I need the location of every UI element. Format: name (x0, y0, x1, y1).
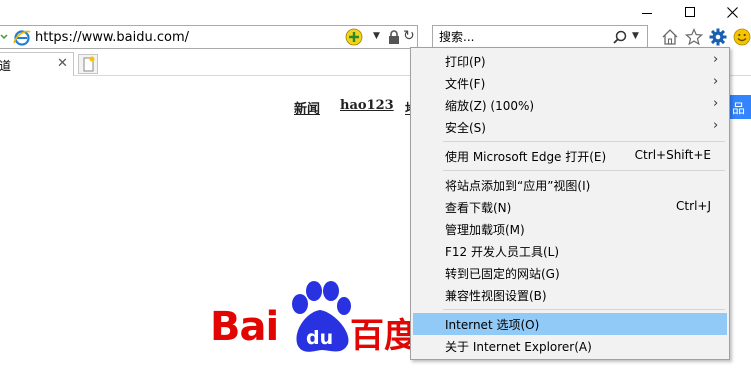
logo-text-latin: Bai (210, 304, 279, 350)
menu-item-shortcut: Ctrl+Shift+E (634, 148, 711, 162)
search-dropdown-icon[interactable]: ▼ (632, 31, 639, 41)
menu-item-label: 将站点添加到“应用”视图(I) (445, 179, 591, 193)
address-url[interactable]: https://www.baidu.com/ (35, 30, 189, 45)
ie-logo-icon (13, 29, 31, 50)
compat-arrow-icon (0, 29, 9, 45)
menu-item-label: 管理加载项(M) (445, 223, 525, 237)
menu-item-label: 安全(S) (445, 121, 486, 135)
feedback-smiley-icon[interactable] (732, 27, 751, 47)
tab-title: 道 (0, 59, 12, 73)
search-input[interactable] (433, 26, 603, 48)
menu-item-label: 使用 Microsoft Edge 打开(E) (445, 150, 607, 164)
menu-item[interactable]: 使用 Microsoft Edge 打开(E) Ctrl+Shift+E (413, 145, 727, 167)
baidu-paw-icon: du (292, 281, 351, 352)
menu-item-label: 兼容性视图设置(B) (445, 289, 547, 303)
menu-item[interactable]: 管理加载项(M) (413, 218, 727, 240)
nav-link-news[interactable]: 新闻 (294, 98, 320, 117)
close-icon (726, 6, 738, 18)
new-tab-icon (83, 56, 95, 72)
menu-separator (443, 170, 725, 171)
menu-item[interactable]: 关于 Internet Explorer(A) (413, 335, 727, 357)
menu-item[interactable]: 文件(F) › (413, 72, 727, 94)
lock-icon[interactable] (388, 30, 400, 47)
menu-item[interactable]: 兼容性视图设置(B) (413, 284, 727, 306)
search-box[interactable]: ▼ (432, 25, 648, 49)
tools-menu: 打印(P) › 文件(F) › 缩放(Z) (100%) › 安全(S) › 使用 Micros… (410, 47, 730, 360)
menu-separator (443, 309, 725, 310)
menu-item[interactable]: 安全(S) › (413, 116, 727, 138)
logo-paw-text: du (306, 327, 333, 349)
favorites-star-icon[interactable] (684, 27, 704, 47)
search-icon[interactable] (613, 30, 627, 47)
menu-item[interactable]: F12 开发人员工具(L) (413, 240, 727, 262)
minimize-button[interactable] (632, 0, 662, 24)
menu-separator (443, 141, 725, 142)
submenu-arrow-icon: › (713, 96, 719, 111)
menu-item-label: 查看下载(N) (445, 201, 512, 215)
minimize-icon (642, 12, 652, 14)
close-button[interactable] (717, 0, 747, 24)
home-icon[interactable] (660, 27, 680, 47)
menu-item-label: F12 开发人员工具(L) (445, 245, 560, 259)
tools-gear-icon[interactable] (708, 27, 728, 47)
address-dropdown-icon[interactable]: ▼ (373, 31, 380, 41)
menu-item[interactable]: 将站点添加到“应用”视图(I) (413, 174, 727, 196)
refresh-icon[interactable]: ↻ (403, 28, 415, 44)
tab-close-icon[interactable]: ✕ (57, 56, 68, 71)
menu-item[interactable]: 缩放(Z) (100%) › (413, 94, 727, 116)
menu-item[interactable]: 查看下载(N) Ctrl+J (413, 196, 727, 218)
menu-item-shortcut: Ctrl+J (676, 199, 711, 213)
tab-baidu[interactable]: 道 ✕ (0, 52, 74, 76)
menu-item-label: 打印(P) (445, 55, 486, 69)
menu-item[interactable]: 打印(P) › (413, 50, 727, 72)
menu-item[interactable]: 转到已固定的网站(G) (413, 262, 727, 284)
menu-item-label: 关于 Internet Explorer(A) (445, 340, 592, 354)
logo-text-chinese: 百度 (350, 316, 418, 356)
menu-item-label: 缩放(Z) (100%) (445, 99, 535, 113)
submenu-arrow-icon: › (713, 74, 719, 89)
maximize-icon (685, 7, 695, 17)
menu-item-label: Internet 选项(O) (445, 318, 540, 332)
menu-item-label: 转到已固定的网站(G) (445, 267, 560, 281)
address-bar[interactable]: https://www.baidu.com/ ▼ ↻ (0, 25, 418, 49)
submenu-arrow-icon: › (713, 118, 719, 133)
baidu-logo: Bai du 百度 (210, 276, 420, 356)
menu-item[interactable]: Internet 选项(O) (413, 313, 727, 335)
nav-link-hao123[interactable]: hao123 (340, 98, 394, 113)
submenu-arrow-icon: › (713, 52, 719, 67)
maximize-button[interactable] (675, 0, 705, 24)
login-button[interactable]: 品 (727, 95, 751, 119)
addon-icon[interactable] (345, 28, 363, 49)
new-tab-button[interactable] (78, 54, 98, 74)
menu-item-label: 文件(F) (445, 77, 486, 91)
